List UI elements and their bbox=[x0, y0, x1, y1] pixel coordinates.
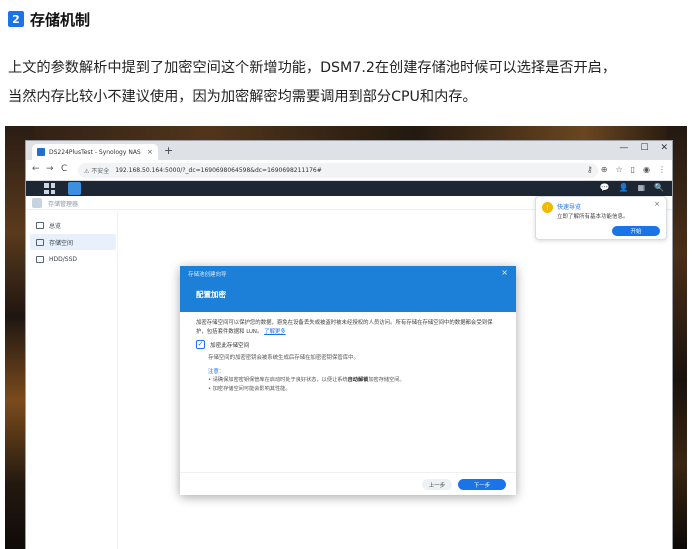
note-item: • 请确保加密密钥保管库在启动时处于良好状态，以便让系统自动解锁加密存储空间。 bbox=[208, 376, 405, 383]
previous-button[interactable]: 上一步 bbox=[422, 479, 452, 490]
dialog-footer: 上一步 下一步 bbox=[180, 472, 516, 495]
sidebar-item-label: HDD/SSD bbox=[49, 255, 78, 263]
storage-manager-taskbar-icon[interactable] bbox=[68, 182, 81, 195]
browser-window: DS224PlusTest - Synology NAS × + — ☐ ✕ ←… bbox=[25, 140, 673, 549]
main-menu-grid-icon[interactable] bbox=[44, 183, 55, 194]
url-text: 192.168.50.164:5000/?_dc=1690698064598&d… bbox=[115, 167, 322, 174]
section-number-badge: 2 bbox=[8, 11, 24, 27]
encrypt-checkbox-row[interactable]: ✓ 加密此存储空间 bbox=[196, 340, 249, 349]
note-item: • 加密存储空间可能会影响其性能。 bbox=[208, 386, 291, 392]
section-header: 2 存储机制 bbox=[8, 8, 90, 30]
encrypt-checkbox-label: 加密此存储空间 bbox=[210, 342, 250, 349]
address-bar-icons: ⚷ ⊕ ☆ ▯ ◉ ⋮ bbox=[587, 165, 666, 174]
window-controls: — ☐ ✕ bbox=[619, 143, 668, 153]
note-text: • 请确保加密密钥保管库在启动时处于良好状态，以便让系统 bbox=[208, 377, 348, 383]
back-icon[interactable]: ← bbox=[32, 164, 40, 174]
security-warning[interactable]: ⚠ 不安全 bbox=[84, 166, 109, 175]
storage-icon bbox=[36, 238, 44, 246]
profile-icon[interactable]: ◉ bbox=[643, 165, 650, 174]
address-bar-row: ← → C ⚠ 不安全 192.168.50.164:5000/?_dc=169… bbox=[26, 160, 672, 181]
description-text: 护，包括套件数据和 LUN。 bbox=[196, 329, 263, 335]
note-text: 加密存储空间。 bbox=[368, 377, 405, 383]
learn-more-link[interactable]: 了解更多 bbox=[264, 329, 286, 335]
encrypt-subtext: 存储空间的加密密钥会被系统生成后存储在加密密钥保管库中。 bbox=[208, 355, 359, 361]
sidebar-item-label: 存储空间 bbox=[49, 239, 74, 247]
reload-icon[interactable]: C bbox=[61, 164, 67, 174]
tab-close-icon[interactable]: × bbox=[147, 148, 153, 156]
dialog-close-icon[interactable]: × bbox=[501, 268, 508, 277]
notification-title: 快速导览 bbox=[557, 204, 582, 211]
dsm-taskbar-right: 💬 👤 ▦ 🔍 bbox=[600, 183, 664, 192]
embedded-screenshot: DS224PlusTest - Synology NAS × + — ☐ ✕ ←… bbox=[5, 126, 687, 549]
paragraph-line: 当然内存比较小不建议使用，因为加密解密均需要调用到部分CPU和内存。 bbox=[8, 89, 477, 105]
widgets-icon[interactable]: ▦ bbox=[637, 183, 645, 192]
start-tour-button[interactable]: 开始 bbox=[612, 226, 660, 236]
dialog-title: 配置加密 bbox=[196, 290, 226, 299]
dialog-caption: 存储池创建向导 bbox=[188, 272, 227, 278]
paragraph-line: 上文的参数解析中提到了加密空间这个新增功能，DSM7.2在创建存储池时候可以选择… bbox=[8, 60, 617, 76]
chat-icon[interactable]: 💬 bbox=[600, 183, 610, 192]
sidebar-item-label: 总览 bbox=[49, 222, 62, 230]
sidebar-item-storage[interactable]: 存储空间 bbox=[30, 234, 116, 250]
url-field[interactable]: ⚠ 不安全 192.168.50.164:5000/?_dc=169069806… bbox=[78, 163, 598, 178]
dialog-header: 存储池创建向导 × 配置加密 bbox=[180, 266, 516, 312]
lightbulb-icon: ! bbox=[542, 202, 553, 213]
description-line: 加密存储空间可以保护您的数据，避免在设备丢失或被盗时被未经授权的人员访问。所有存… bbox=[196, 320, 493, 326]
encrypt-checkbox[interactable]: ✓ bbox=[196, 340, 205, 349]
create-pool-wizard-dialog: 存储池创建向导 × 配置加密 加密存储空间可以保护您的数据，避免在设备丢失或被盗… bbox=[180, 266, 516, 495]
storage-manager-window: 存储管理器 总览 存储空间 HDD/SSD ! 快速导览 立即了解所有基本功能信… bbox=[26, 196, 672, 549]
sidebar-item-hdd-ssd[interactable]: HDD/SSD bbox=[30, 251, 116, 267]
sidebar: 总览 存储空间 HDD/SSD bbox=[26, 211, 118, 549]
storage-manager-icon bbox=[32, 198, 42, 208]
notification-close-icon[interactable]: × bbox=[654, 200, 660, 208]
next-button[interactable]: 下一步 bbox=[458, 479, 506, 490]
tab-bar: DS224PlusTest - Synology NAS × + — ☐ ✕ bbox=[26, 141, 672, 160]
minimize-button[interactable]: — bbox=[619, 143, 628, 153]
bookmark-star-icon[interactable]: ☆ bbox=[615, 165, 622, 174]
browser-tab[interactable]: DS224PlusTest - Synology NAS × bbox=[32, 144, 158, 160]
dialog-description: 加密存储空间可以保护您的数据，避免在设备丢失或被盗时被未经授权的人员访问。所有存… bbox=[196, 319, 500, 337]
sidebar-item-overview[interactable]: 总览 bbox=[30, 217, 116, 233]
overview-icon bbox=[36, 221, 44, 229]
dsm-taskbar: 💬 👤 ▦ 🔍 bbox=[26, 181, 672, 196]
menu-icon[interactable]: ⋮ bbox=[658, 165, 666, 174]
forward-icon[interactable]: → bbox=[46, 164, 54, 174]
close-window-button[interactable]: ✕ bbox=[660, 143, 668, 153]
note-title: 注意： bbox=[208, 369, 225, 375]
description-line: 护，包括套件数据和 LUN。 了解更多 bbox=[196, 328, 500, 337]
sidepanel-icon[interactable]: ▯ bbox=[631, 165, 635, 174]
user-icon[interactable]: 👤 bbox=[619, 183, 629, 192]
article-paragraph: 上文的参数解析中提到了加密空间这个新增功能，DSM7.2在创建存储池时候可以选择… bbox=[8, 54, 684, 112]
key-icon[interactable]: ⚷ bbox=[587, 165, 593, 174]
new-tab-button[interactable]: + bbox=[164, 144, 173, 157]
synology-favicon-icon bbox=[37, 148, 45, 156]
search-icon[interactable]: 🔍 bbox=[654, 183, 664, 192]
maximize-button[interactable]: ☐ bbox=[640, 143, 648, 153]
note-bold: 自动解锁 bbox=[347, 377, 369, 383]
hdd-icon bbox=[36, 255, 44, 263]
app-title: 存储管理器 bbox=[48, 201, 79, 208]
notification-text: 立即了解所有基本功能信息。 bbox=[557, 214, 629, 220]
tab-title: DS224PlusTest - Synology NAS bbox=[49, 148, 141, 156]
quick-tour-notification: ! 快速导览 立即了解所有基本功能信息。 × 开始 bbox=[535, 196, 667, 240]
zoom-icon[interactable]: ⊕ bbox=[601, 165, 608, 174]
section-title: 存储机制 bbox=[30, 10, 91, 29]
